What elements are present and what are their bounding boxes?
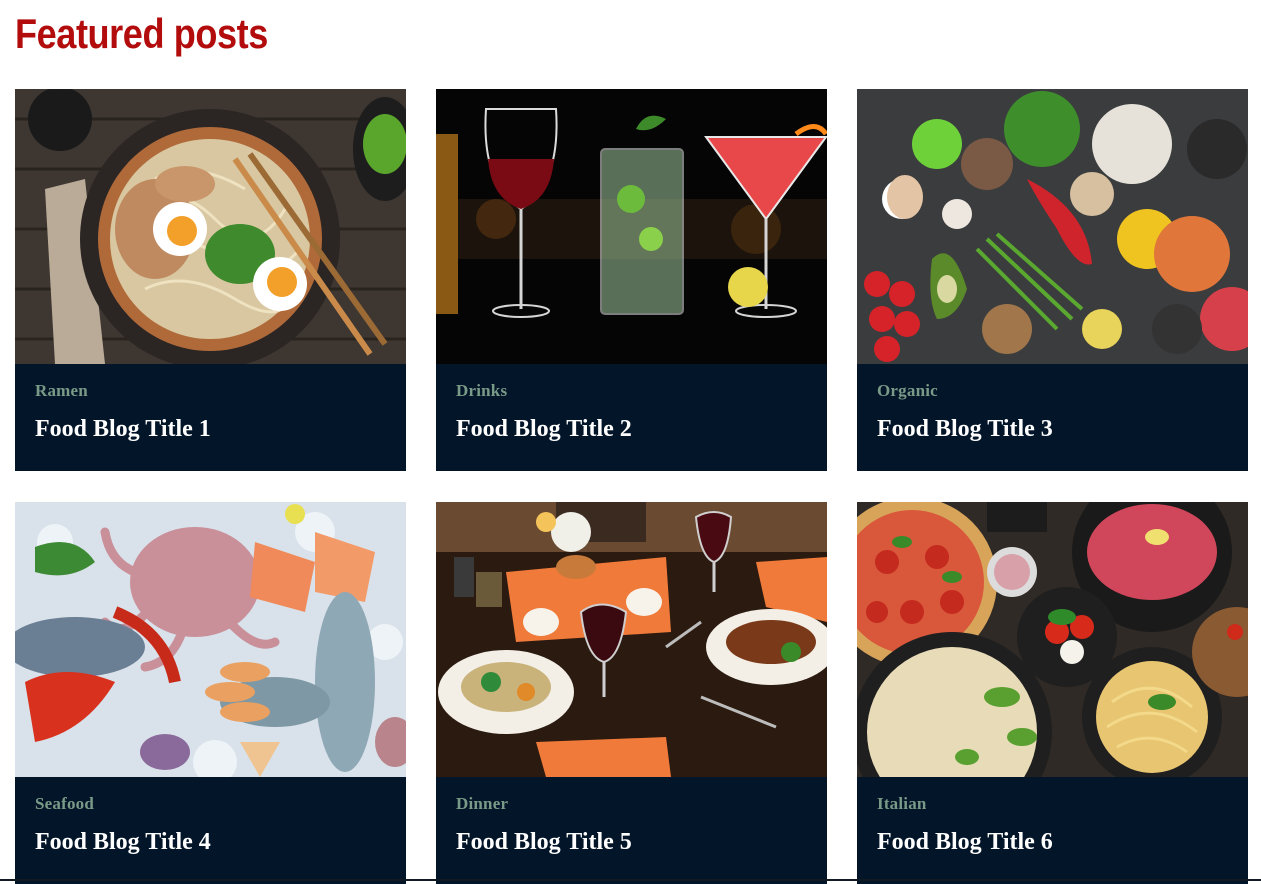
post-category[interactable]: Dinner	[456, 794, 508, 814]
post-category[interactable]: Ramen	[35, 381, 88, 401]
post-image-dinner[interactable]	[436, 502, 827, 777]
post-card-3[interactable]: Organic Food Blog Title 3	[857, 89, 1248, 471]
post-card-body: Ramen Food Blog Title 1	[15, 364, 406, 471]
post-image-italian[interactable]	[857, 502, 1248, 777]
post-title[interactable]: Food Blog Title 1	[35, 416, 211, 443]
post-card-body: Organic Food Blog Title 3	[857, 364, 1248, 471]
post-card-body: Dinner Food Blog Title 5	[436, 777, 827, 884]
post-title[interactable]: Food Blog Title 6	[877, 829, 1053, 856]
post-title[interactable]: Food Blog Title 4	[35, 829, 211, 856]
post-title[interactable]: Food Blog Title 5	[456, 829, 632, 856]
post-card-1[interactable]: Ramen Food Blog Title 1	[15, 89, 406, 471]
post-category[interactable]: Drinks	[456, 381, 507, 401]
post-title[interactable]: Food Blog Title 2	[456, 416, 632, 443]
post-card-4[interactable]: Seafood Food Blog Title 4	[15, 502, 406, 884]
post-card-body: Italian Food Blog Title 6	[857, 777, 1248, 884]
post-card-body: Seafood Food Blog Title 4	[15, 777, 406, 884]
post-card-5[interactable]: Dinner Food Blog Title 5	[436, 502, 827, 884]
post-image-drinks[interactable]	[436, 89, 827, 364]
post-card-body: Drinks Food Blog Title 2	[436, 364, 827, 471]
post-category[interactable]: Seafood	[35, 794, 94, 814]
post-title[interactable]: Food Blog Title 3	[877, 416, 1053, 443]
post-image-organic[interactable]	[857, 89, 1248, 364]
post-image-seafood[interactable]	[15, 502, 406, 777]
section-title: Featured posts	[15, 10, 268, 57]
post-image-ramen[interactable]	[15, 89, 406, 364]
post-card-6[interactable]: Italian Food Blog Title 6	[857, 502, 1248, 884]
post-category[interactable]: Organic	[877, 381, 938, 401]
post-card-2[interactable]: Drinks Food Blog Title 2	[436, 89, 827, 471]
post-category[interactable]: Italian	[877, 794, 927, 814]
